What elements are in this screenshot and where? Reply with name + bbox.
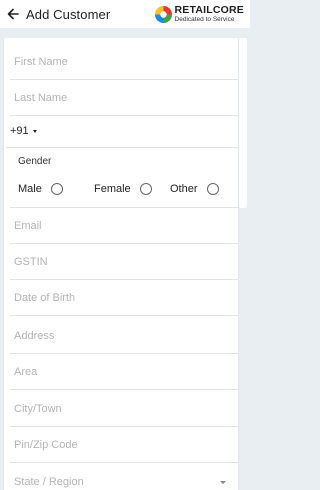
app-bar: Add Customer RETAILCORE Dedicated to Ser… (0, 0, 250, 28)
city-field[interactable] (10, 391, 238, 427)
address-input[interactable] (14, 329, 238, 342)
address-field[interactable] (10, 318, 238, 354)
last-name-field[interactable] (10, 80, 238, 116)
gender-option-other[interactable]: Other (170, 183, 219, 195)
first-name-field[interactable] (10, 44, 238, 80)
last-name-input[interactable] (14, 91, 238, 104)
radio-button[interactable] (50, 183, 63, 195)
radio-button[interactable] (206, 183, 219, 195)
brand-name: RETAILCORE (174, 4, 244, 16)
email-field[interactable] (10, 208, 238, 244)
gender-option-label: Other (170, 183, 198, 195)
radio-button[interactable] (139, 183, 152, 195)
state-region-dropdown[interactable]: State / Region (10, 465, 238, 490)
country-code-dropdown[interactable]: +91 (6, 125, 37, 137)
side-card-edge (239, 38, 247, 208)
city-input[interactable] (14, 402, 238, 415)
caret-down-icon (220, 481, 226, 484)
country-code-value: +91 (10, 124, 29, 137)
gender-option-female[interactable]: Female (94, 183, 152, 195)
brand-logo: RETAILCORE Dedicated to Service (154, 3, 244, 25)
pin-code-input[interactable] (14, 438, 238, 451)
first-name-input[interactable] (14, 55, 238, 68)
area-input[interactable] (14, 365, 238, 378)
date-of-birth-field[interactable] (10, 280, 238, 316)
gender-option-label: Male (18, 183, 42, 195)
gender-group: Gender Male Female Other (10, 150, 238, 208)
arrow-left-icon (7, 8, 19, 20)
pin-code-field[interactable] (10, 427, 238, 463)
date-of-birth-input[interactable] (14, 291, 238, 304)
retailcore-logo-icon (154, 5, 172, 23)
gender-option-male[interactable]: Male (18, 183, 63, 195)
area-field[interactable] (10, 354, 238, 390)
gstin-field[interactable] (10, 244, 238, 280)
state-region-placeholder: State / Region (14, 476, 84, 488)
phone-row: +91 (6, 114, 238, 148)
caret-down-icon (32, 129, 37, 133)
brand-tagline: Dedicated to Service (174, 15, 235, 23)
gender-label: Gender (18, 156, 52, 167)
gender-option-label: Female (94, 183, 131, 195)
back-button[interactable] (2, 2, 24, 26)
gstin-input[interactable] (14, 255, 238, 268)
email-input[interactable] (14, 219, 238, 232)
page-title: Add Customer (26, 6, 111, 22)
